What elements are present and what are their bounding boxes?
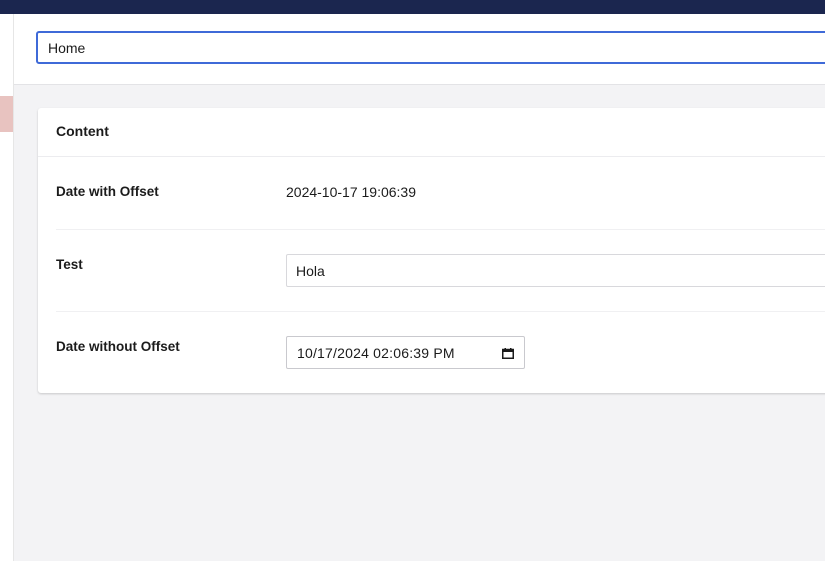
datetime-value: 10/17/2024 02:06:39 PM	[297, 345, 455, 361]
row-divider	[56, 311, 825, 312]
card-header: Content	[38, 108, 825, 157]
property-value-date-with-offset: 2024-10-17 19:06:39	[286, 184, 416, 200]
test-text-input[interactable]	[286, 254, 825, 287]
date-without-offset-picker[interactable]: 10/17/2024 02:06:39 PM	[286, 336, 525, 369]
property-label: Date without Offset	[56, 339, 180, 354]
editor-main: Content Date with Offset 2024-10-17 19:0…	[14, 85, 825, 561]
row-divider	[56, 229, 825, 230]
calendar-icon[interactable]	[502, 348, 514, 359]
property-label: Date with Offset	[56, 184, 159, 199]
top-bar	[0, 0, 825, 14]
node-name-input[interactable]	[36, 31, 825, 64]
card-title: Content	[56, 123, 109, 139]
sidebar-active-marker	[0, 96, 13, 132]
property-label: Test	[56, 257, 83, 272]
editor-header	[14, 14, 825, 85]
content-group-card: Content Date with Offset 2024-10-17 19:0…	[38, 108, 825, 393]
